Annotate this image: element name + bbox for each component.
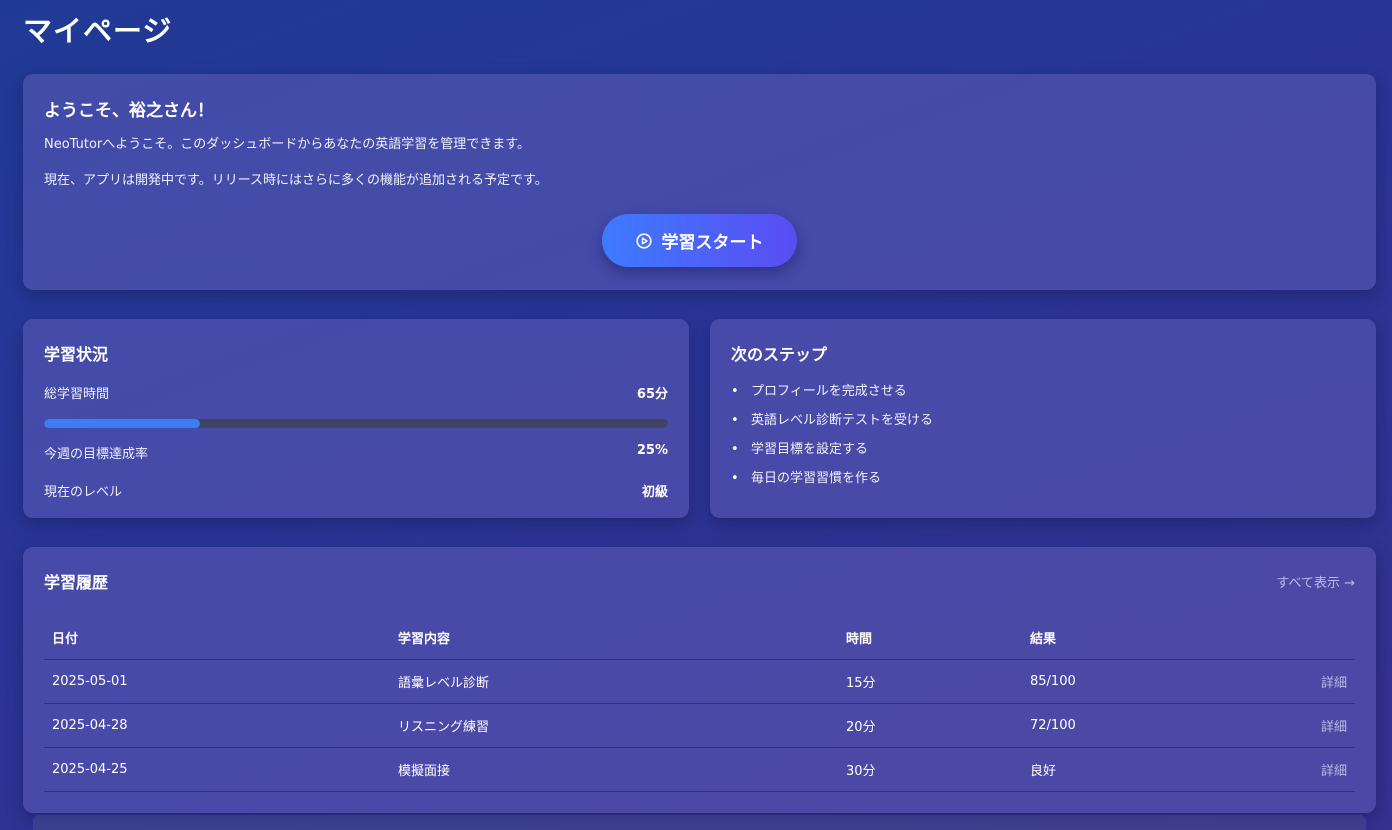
cell-content: リスニング練習 bbox=[390, 703, 838, 748]
next-step-item: 学習目標を設定する bbox=[731, 441, 1355, 470]
history-header: 学習履歴 すべて表示 → bbox=[44, 569, 1355, 593]
table-row: 2025-04-28 リスニング練習 20分 72/100 詳細 bbox=[44, 703, 1355, 748]
detail-link[interactable]: 詳細 bbox=[1278, 659, 1355, 704]
welcome-card: ようこそ、裕之さん！ NeoTutorへようこそ。このダッシュボードからあなたの… bbox=[23, 74, 1376, 290]
learning-status-heading: 学習状況 bbox=[44, 345, 109, 364]
current-level-label: 現在のレベル bbox=[44, 485, 123, 500]
weekly-goal-value: 25% bbox=[636, 443, 668, 458]
current-level-value: 初級 bbox=[641, 485, 668, 500]
cell-result: 72/100 bbox=[1022, 703, 1278, 748]
total-time-value: 65分 bbox=[636, 387, 668, 402]
learning-status-card: 学習状況 総学習時間 65分 今週の目標達成率 25% 現在のレベル 初級 bbox=[23, 319, 689, 518]
table-header-row: 日付 学習内容 時間 結果 bbox=[44, 615, 1355, 660]
cell-result: 良好 bbox=[1022, 747, 1278, 792]
total-time-label: 総学習時間 bbox=[44, 387, 110, 402]
column-header-time: 時間 bbox=[838, 615, 1022, 660]
welcome-heading: ようこそ、裕之さん！ bbox=[44, 101, 214, 121]
play-circle-icon bbox=[635, 232, 652, 249]
cell-time: 15分 bbox=[838, 659, 1022, 704]
cell-date: 2025-04-25 bbox=[44, 747, 390, 792]
start-learning-button[interactable]: 学習スタート bbox=[602, 214, 797, 267]
weekly-goal-progress-bar bbox=[44, 419, 668, 428]
weekly-goal-progress-fill bbox=[44, 419, 200, 428]
weekly-goal-label: 今週の目標達成率 bbox=[44, 447, 149, 462]
column-header-date: 日付 bbox=[44, 615, 390, 660]
next-step-item: 英語レベル診断テストを受ける bbox=[731, 412, 1355, 441]
current-level-row: 現在のレベル 初級 bbox=[44, 481, 668, 500]
next-step-item: 毎日の学習習慣を作る bbox=[731, 470, 1355, 499]
cell-result: 85/100 bbox=[1022, 659, 1278, 704]
cell-date: 2025-04-28 bbox=[44, 703, 390, 748]
detail-link[interactable]: 詳細 bbox=[1278, 747, 1355, 792]
learning-history-card: 学習履歴 すべて表示 → 日付 学習内容 時間 結果 2025-05-01 語彙… bbox=[23, 547, 1376, 813]
weekly-goal-row: 今週の目標達成率 25% bbox=[44, 443, 668, 462]
welcome-dev-notice: 現在、アプリは開発中です。リリース時にはさらに多くの機能が追加される予定です。 bbox=[44, 173, 548, 188]
detail-link[interactable]: 詳細 bbox=[1278, 703, 1355, 748]
next-steps-card: 次のステップ プロフィールを完成させる 英語レベル診断テストを受ける 学習目標を… bbox=[710, 319, 1376, 518]
view-all-link[interactable]: すべて表示 → bbox=[1276, 572, 1355, 591]
cell-time: 30分 bbox=[838, 747, 1022, 792]
history-table: 日付 学習内容 時間 結果 2025-05-01 語彙レベル診断 15分 85/… bbox=[44, 615, 1355, 792]
welcome-intro-text: NeoTutorへようこそ。このダッシュボードからあなたの英語学習を管理できます… bbox=[44, 137, 530, 152]
table-row: 2025-04-25 模擬面接 30分 良好 詳細 bbox=[44, 747, 1355, 792]
page-title: マイページ bbox=[23, 14, 173, 48]
next-steps-heading: 次のステップ bbox=[731, 345, 828, 364]
cell-content: 語彙レベル診断 bbox=[390, 659, 838, 704]
total-time-row: 総学習時間 65分 bbox=[44, 383, 668, 402]
cell-time: 20分 bbox=[838, 703, 1022, 748]
next-steps-list: プロフィールを完成させる 英語レベル診断テストを受ける 学習目標を設定する 毎日… bbox=[731, 383, 1355, 499]
start-learning-label: 学習スタート bbox=[661, 233, 764, 253]
column-header-action bbox=[1278, 615, 1355, 660]
cell-content: 模擬面接 bbox=[390, 747, 838, 792]
cell-date: 2025-05-01 bbox=[44, 659, 390, 704]
column-header-content: 学習内容 bbox=[390, 615, 838, 660]
table-row: 2025-05-01 語彙レベル診断 15分 85/100 詳細 bbox=[44, 659, 1355, 704]
learning-history-heading: 学習履歴 bbox=[44, 573, 109, 592]
next-step-item: プロフィールを完成させる bbox=[731, 383, 1355, 412]
column-header-result: 結果 bbox=[1022, 615, 1278, 660]
next-card-edge bbox=[33, 815, 1366, 830]
